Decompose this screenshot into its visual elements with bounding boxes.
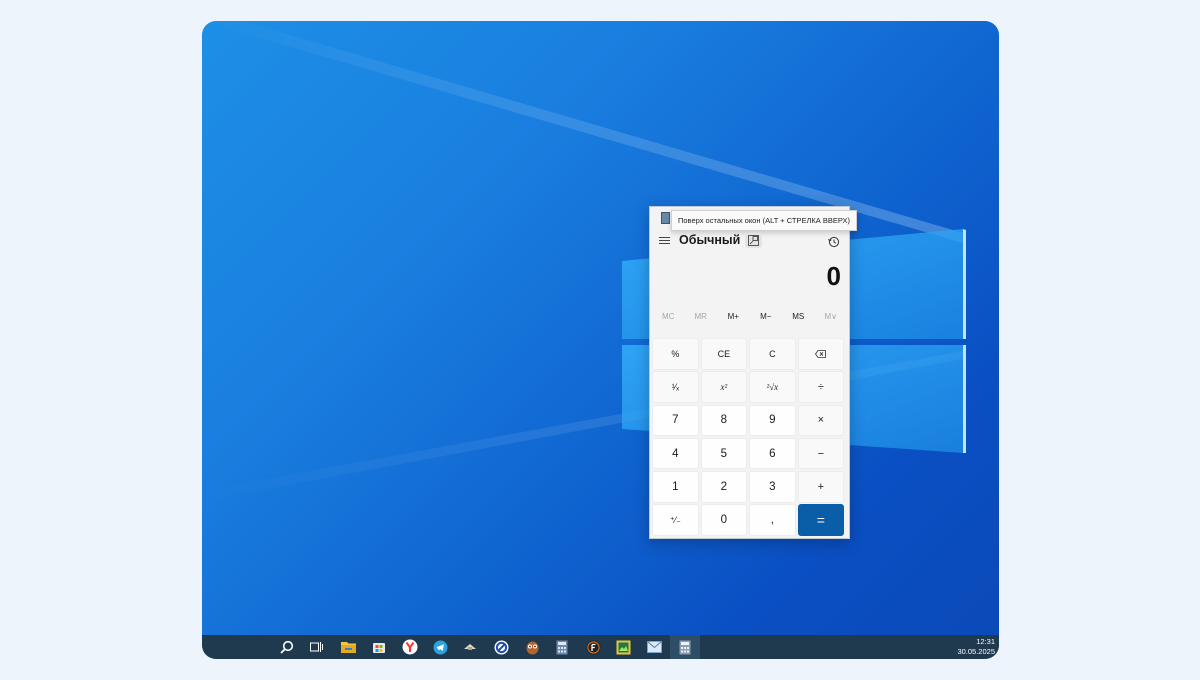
display: 0 [650, 253, 849, 305]
calculator-active-icon[interactable] [676, 638, 694, 656]
square-button[interactable]: x² [700, 371, 748, 403]
mail-icon[interactable] [645, 638, 663, 656]
percent-button[interactable]: % [652, 338, 699, 370]
windows-wallpaper [202, 21, 966, 501]
memory-list-button[interactable]: M∨ [815, 305, 848, 329]
decimal-button[interactable]: , [749, 504, 796, 536]
clock-date: 30.05.2025 [957, 647, 995, 656]
clear-button[interactable]: C [749, 338, 796, 370]
key-5[interactable]: 5 [700, 437, 748, 470]
yandex-browser-icon[interactable] [401, 638, 419, 656]
multiply-button[interactable]: × [797, 404, 845, 436]
owl-icon[interactable] [523, 638, 541, 656]
memory-row: MC MR M+ M− MS M∨ [650, 305, 849, 329]
gallery-icon[interactable] [614, 638, 632, 656]
task-view-icon[interactable] [307, 638, 325, 656]
key-9[interactable]: 9 [749, 404, 796, 436]
hamburger-menu-icon[interactable] [659, 237, 670, 246]
keep-on-top-icon[interactable] [745, 233, 762, 248]
tooltip: Поверх остальных окон (ALT + СТРЕЛКА ВВЕ… [671, 210, 857, 231]
equals-button[interactable]: = [797, 504, 845, 536]
minus-button[interactable]: − [797, 437, 845, 470]
key-0[interactable]: 0 [700, 504, 748, 536]
file-explorer-icon[interactable] [339, 638, 357, 656]
desktop: Поверх остальных окон (ALT + СТРЕЛКА ВВЕ… [202, 21, 999, 659]
calculator-icon[interactable] [553, 638, 571, 656]
app-icon[interactable] [461, 638, 479, 656]
calc-header: Обычный [650, 229, 849, 253]
backspace-button[interactable] [797, 338, 845, 370]
key-2[interactable]: 2 [700, 471, 748, 503]
system-clock[interactable]: 12:31 30.05.2025 [957, 637, 995, 657]
negate-button[interactable]: ⁺⁄₋ [652, 504, 699, 536]
search-icon[interactable] [278, 638, 296, 656]
key-6[interactable]: 6 [749, 437, 796, 470]
keypad: % CE C ¹⁄ₓ x² ²√x ÷ 7 8 9 × 4 5 6 − 1 2 … [652, 338, 847, 536]
m-minus-button[interactable]: M− [750, 305, 783, 329]
telegram-icon[interactable] [431, 638, 449, 656]
key-4[interactable]: 4 [652, 437, 699, 470]
plus-button[interactable]: + [797, 471, 845, 503]
f-app-icon[interactable] [584, 638, 602, 656]
title-bar[interactable]: Поверх остальных окон (ALT + СТРЕЛКА ВВЕ… [650, 207, 857, 231]
m-plus-button[interactable]: M+ [717, 305, 750, 329]
reciprocal-button[interactable]: ¹⁄ₓ [652, 371, 699, 403]
taskbar: 12:31 30.05.2025 [202, 635, 999, 659]
backspace-icon [815, 349, 827, 358]
sqrt-button[interactable]: ²√x [749, 371, 796, 403]
key-7[interactable]: 7 [652, 404, 699, 436]
browser-icon[interactable] [492, 638, 510, 656]
display-value: 0 [826, 261, 841, 291]
calculator-window[interactable]: Поверх остальных окон (ALT + СТРЕЛКА ВВЕ… [649, 206, 857, 539]
ms-button[interactable]: MS [782, 305, 815, 329]
key-3[interactable]: 3 [749, 471, 796, 503]
mc-button[interactable]: MC [652, 305, 685, 329]
clock-time: 12:31 [976, 637, 995, 646]
divide-button[interactable]: ÷ [797, 371, 845, 403]
mr-button[interactable]: MR [685, 305, 718, 329]
key-1[interactable]: 1 [652, 471, 699, 503]
calculator-app-icon [661, 212, 670, 224]
microsoft-store-icon[interactable] [370, 638, 388, 656]
key-8[interactable]: 8 [700, 404, 748, 436]
mode-title: Обычный [679, 233, 741, 247]
ce-button[interactable]: CE [700, 338, 748, 370]
history-icon[interactable] [828, 235, 840, 253]
